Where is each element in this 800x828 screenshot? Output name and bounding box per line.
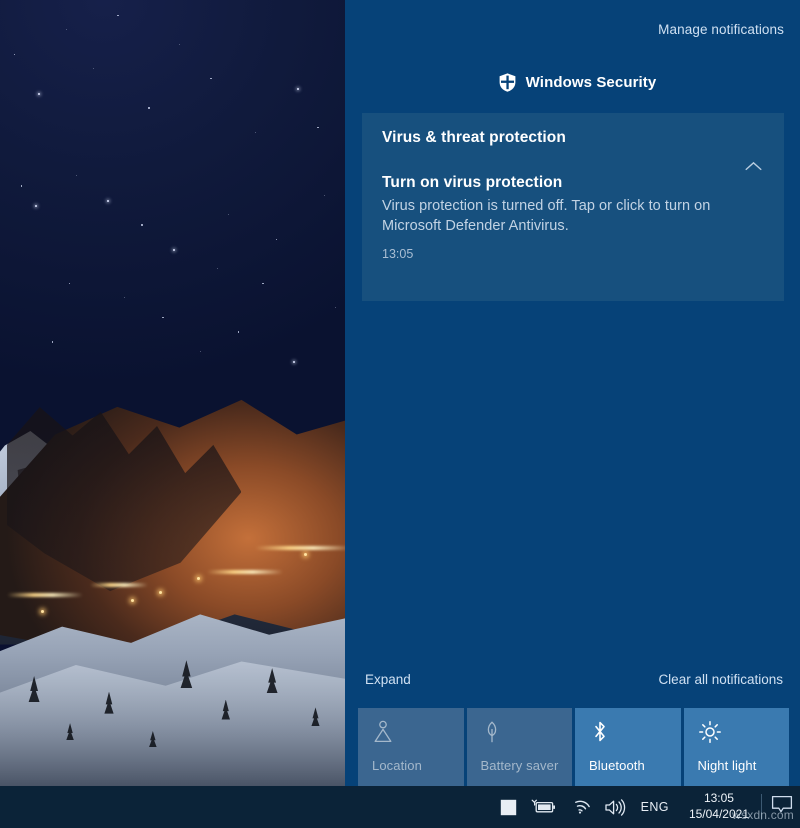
quick-action-label: Location	[372, 758, 464, 786]
clear-all-notifications-button[interactable]: Clear all notifications	[658, 672, 783, 687]
speech-bubble-icon	[771, 795, 793, 820]
wallpaper-stars	[0, 0, 345, 487]
desktop-screen: Manage notifications Windows Security Vi…	[0, 0, 800, 828]
quick-action-battery-saver[interactable]: Battery saver	[467, 708, 573, 786]
volume-icon[interactable]	[597, 786, 633, 828]
action-center-button[interactable]	[764, 786, 800, 828]
desktop-wallpaper	[0, 0, 345, 786]
tray-divider	[761, 794, 762, 820]
notification-app-header: Windows Security	[345, 58, 800, 106]
wifi-icon[interactable]	[563, 786, 597, 828]
location-icon	[372, 720, 464, 746]
quick-action-location[interactable]: Location	[358, 708, 464, 786]
notification-app-name: Windows Security	[526, 74, 657, 91]
quick-action-label: Night light	[698, 758, 790, 786]
clock-date: 15/04/2021	[689, 807, 749, 823]
manage-notifications-row: Manage notifications	[345, 0, 800, 58]
quick-action-night-light[interactable]: Night light	[684, 708, 790, 786]
shield-icon	[499, 73, 516, 92]
language-indicator[interactable]: ENG	[633, 800, 679, 814]
brightness-icon	[698, 720, 790, 746]
manage-notifications-link[interactable]: Manage notifications	[658, 22, 784, 37]
action-center-bottom-links: Expand Clear all notifications	[345, 658, 800, 700]
quick-actions-grid: Location Battery saver Bluetooth	[345, 700, 800, 786]
clock-time: 13:05	[704, 791, 734, 807]
window-icon[interactable]	[493, 786, 524, 828]
notification-message: Virus protection is turned off. Tap or c…	[382, 196, 718, 237]
system-tray: ENG 13:05 15/04/2021	[493, 786, 800, 828]
quick-action-label: Battery saver	[481, 758, 573, 786]
notification-timestamp: 13:05	[382, 247, 718, 261]
notification-card[interactable]: Virus & threat protection Turn on virus …	[362, 113, 784, 301]
taskbar: ENG 13:05 15/04/2021 wsxdn.com	[0, 786, 800, 828]
action-center-panel: Manage notifications Windows Security Vi…	[345, 0, 800, 786]
notification-title: Turn on virus protection	[382, 173, 718, 193]
battery-charging-icon[interactable]	[524, 786, 563, 828]
bluetooth-icon	[589, 720, 681, 746]
leaf-icon	[481, 720, 573, 746]
quick-action-label: Bluetooth	[589, 758, 681, 786]
notification-collapse-button[interactable]	[736, 151, 770, 181]
quick-action-bluetooth[interactable]: Bluetooth	[575, 708, 681, 786]
notification-body: Turn on virus protection Virus protectio…	[382, 173, 766, 261]
chevron-up-icon	[745, 161, 762, 171]
taskbar-clock[interactable]: 13:05 15/04/2021	[679, 791, 759, 823]
expand-button[interactable]: Expand	[365, 672, 411, 687]
action-center-spacer	[345, 301, 800, 658]
notification-group-title: Virus & threat protection	[382, 129, 766, 147]
